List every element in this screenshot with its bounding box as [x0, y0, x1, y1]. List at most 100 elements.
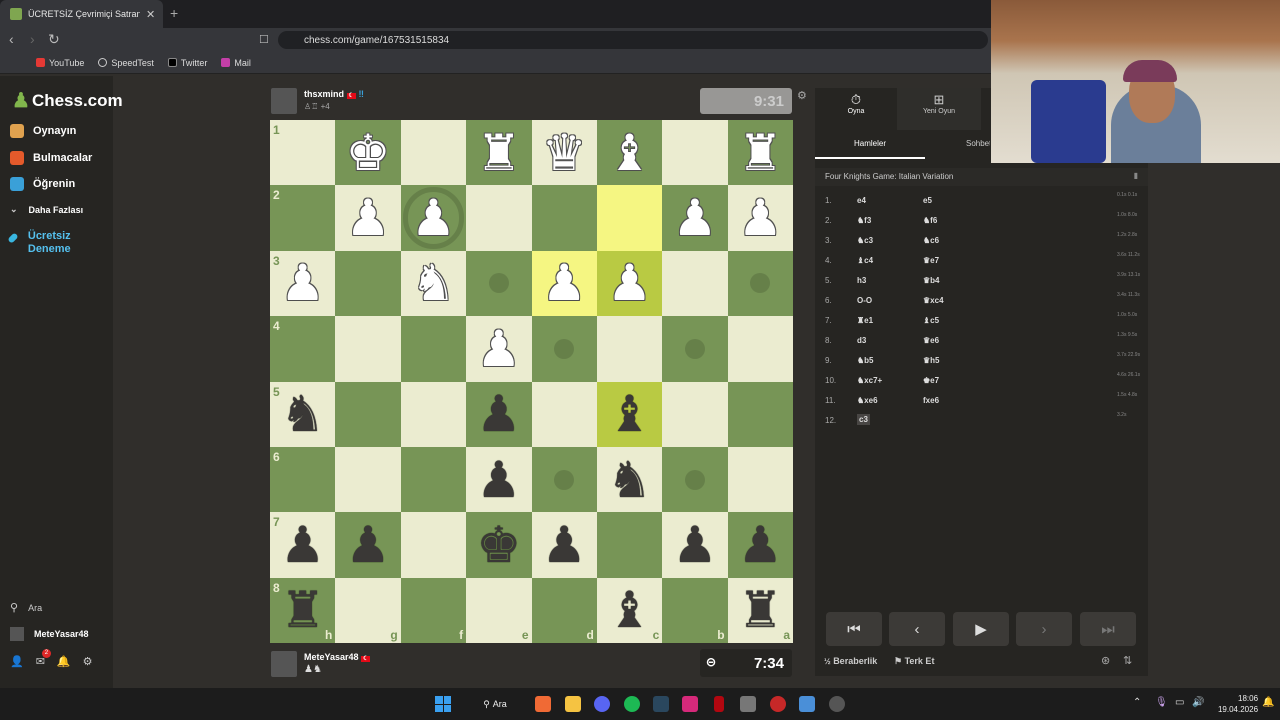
chess-piece[interactable]: ♝	[607, 128, 652, 178]
black-move[interactable]: e5	[923, 196, 932, 205]
chess-piece[interactable]: ♚	[346, 128, 391, 178]
chess-piece[interactable]: ♟	[542, 258, 587, 308]
board-square[interactable]: ♚	[466, 512, 532, 578]
board-square[interactable]: ♟	[727, 185, 793, 251]
messages-icon[interactable]: ✉ 2	[36, 649, 51, 668]
board-square[interactable]: ♟	[727, 512, 793, 578]
board-square[interactable]: 1	[270, 120, 336, 186]
board-square[interactable]: g	[335, 577, 401, 643]
move-hint-dot[interactable]	[684, 338, 705, 359]
board-square[interactable]: ♟	[662, 185, 728, 251]
board-square[interactable]: ♞	[400, 250, 467, 317]
board-square[interactable]	[335, 381, 401, 447]
back-icon[interactable]: ‹	[9, 31, 14, 47]
black-move[interactable]: ♛e7	[923, 256, 939, 265]
sidebar-item-free-trial[interactable]: Ücretsiz Deneme	[7, 230, 80, 256]
analysis-icon[interactable]: ⊛	[1101, 654, 1110, 667]
chess-piece[interactable]: ♜	[738, 585, 783, 635]
board-square[interactable]: ♟	[335, 185, 401, 251]
first-move-button[interactable]: ⏮	[826, 612, 882, 646]
white-move[interactable]: O-O	[857, 296, 872, 305]
board-square[interactable]	[400, 446, 467, 513]
board-square[interactable]	[662, 381, 728, 447]
board-square[interactable]: b	[662, 577, 728, 643]
chess-piece[interactable]: ♞	[411, 258, 456, 308]
white-move[interactable]: h3	[857, 276, 866, 285]
sidebar-search[interactable]: ⚲ Ara	[10, 601, 42, 614]
board-square[interactable]: ♚	[335, 120, 401, 186]
board-square[interactable]	[727, 446, 793, 513]
opponent-name-row[interactable]: thsxmind ☾ ‼	[304, 89, 364, 99]
resign-button[interactable]: ⚑ Terk Et	[894, 656, 934, 667]
reload-icon[interactable]: ↻	[48, 31, 60, 48]
play-moves-button[interactable]: ▶	[953, 612, 1009, 646]
board-square[interactable]	[596, 316, 663, 382]
board-square[interactable]: ♟	[596, 250, 663, 317]
board-square[interactable]	[466, 250, 532, 317]
board-square[interactable]: ♟	[335, 512, 401, 578]
windows-start-icon[interactable]	[435, 696, 451, 712]
chess-piece[interactable]: ♟	[476, 389, 521, 439]
last-move-button[interactable]: ⏭	[1080, 612, 1136, 646]
chess-piece[interactable]: ♚	[476, 520, 521, 570]
board-square[interactable]: 5 ♞	[270, 381, 336, 447]
board-square[interactable]	[400, 120, 467, 186]
chess-piece[interactable]: ♟	[607, 258, 652, 308]
black-move[interactable]: ♞c6	[923, 236, 939, 245]
player-name-row[interactable]: MeteYasar48 ☾	[304, 652, 371, 662]
tool-icon[interactable]	[799, 696, 815, 712]
recorder-icon[interactable]	[770, 696, 786, 712]
instagram-icon[interactable]	[682, 696, 698, 712]
board-square[interactable]	[531, 185, 597, 251]
close-tab-icon[interactable]: ✕	[146, 8, 155, 21]
board-square[interactable]: ♟	[466, 316, 532, 382]
chess-piece[interactable]: ♟	[542, 520, 587, 570]
brave-icon[interactable]	[535, 696, 551, 712]
bookmark-speedtest[interactable]: SpeedTest	[98, 58, 154, 68]
white-move[interactable]: ♞xc7+	[857, 376, 882, 385]
board-square[interactable]	[531, 381, 597, 447]
sidebar-item-learn[interactable]: Öğrenin	[10, 177, 75, 191]
friends-icon[interactable]: 👤	[10, 655, 24, 668]
move-hint-dot[interactable]	[554, 338, 575, 359]
chess-piece[interactable]: ♟	[476, 324, 521, 374]
board-square[interactable]	[335, 446, 401, 513]
chess-piece[interactable]: ♟	[673, 520, 718, 570]
next-move-button[interactable]: ›	[1016, 612, 1072, 646]
black-move[interactable]: fxe6	[923, 396, 939, 405]
chess-piece[interactable]: ♜	[738, 128, 783, 178]
network-icon[interactable]: ▭	[1175, 697, 1184, 708]
board-square[interactable]: c ♝	[596, 577, 663, 643]
chess-piece[interactable]: ♝	[607, 585, 652, 635]
chess-piece[interactable]: ♜	[280, 585, 325, 635]
board-square[interactable]: d	[531, 577, 597, 643]
bell-icon[interactable]: 🔔	[57, 655, 71, 668]
file-explorer-icon[interactable]	[565, 696, 581, 712]
board-square[interactable]: ♞	[596, 446, 663, 513]
bookmark-youtube[interactable]: YouTube	[36, 58, 84, 68]
chess-piece[interactable]: ♟	[738, 520, 783, 570]
board-square[interactable]: f	[400, 577, 467, 643]
opening-book-icon[interactable]: ▮	[1134, 171, 1138, 180]
black-move[interactable]: ♛b4	[923, 276, 940, 285]
chess-piece[interactable]: ♜	[476, 128, 521, 178]
board-square[interactable]	[596, 185, 663, 251]
clock-tray[interactable]: 18:06 19.04.2026	[1210, 693, 1258, 715]
tab-play[interactable]: ⏱ Oyna	[815, 88, 897, 130]
board-square[interactable]: ♟	[662, 512, 728, 578]
chesscom-logo[interactable]: ♟ Chess.com	[12, 88, 123, 113]
chess-piece[interactable]: ♟	[280, 258, 325, 308]
subtab-chat[interactable]: Sohbet	[966, 131, 990, 159]
board-square[interactable]	[400, 316, 467, 382]
board-square[interactable]: ♟	[466, 381, 532, 447]
board-square[interactable]: ♜	[466, 120, 532, 186]
subtab-moves[interactable]: Hamleler	[815, 131, 925, 159]
board-square[interactable]: ♟	[466, 446, 532, 513]
board-square[interactable]	[335, 250, 401, 317]
sidebar-user[interactable]: MeteYasar48	[10, 627, 89, 641]
draw-button[interactable]: ½ Beraberlik	[824, 656, 877, 666]
black-move[interactable]: ♚e7	[923, 376, 939, 385]
chess-piece[interactable]: ♞	[607, 455, 652, 505]
sidebar-item-puzzles[interactable]: Bulmacalar	[10, 151, 92, 165]
board-square[interactable]	[596, 512, 663, 578]
